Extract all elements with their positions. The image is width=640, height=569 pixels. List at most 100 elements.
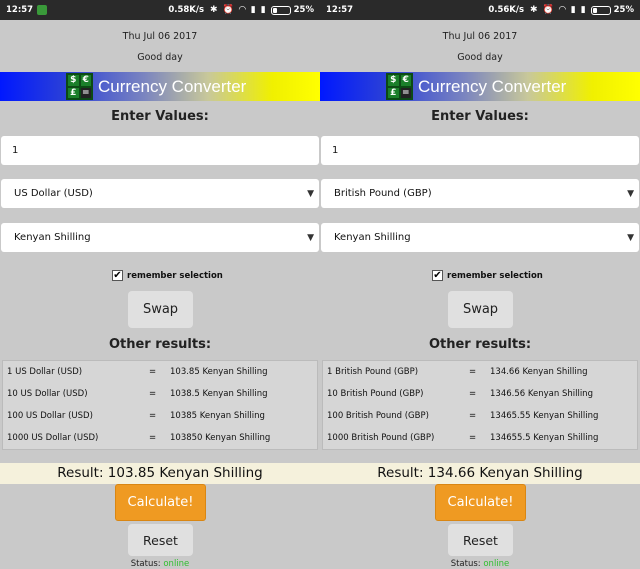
table-row: 10 US Dollar (USD) = 1038.5 Kenyan Shill… [3,383,319,405]
results-table: 1 British Pound (GBP) = 134.66 Kenyan Sh… [322,360,638,450]
remember-selection[interactable]: ✔ remember selection [112,270,223,281]
row-from: 100 US Dollar (USD) [7,411,93,421]
status-prefix: Status: [130,559,161,569]
amount-input[interactable]: 1 [321,136,639,165]
row-equals: = [149,411,157,421]
row-equals: = [149,433,157,443]
app-banner: $ € £ = Currency Converter [0,72,320,101]
swap-button[interactable]: Swap [448,291,513,328]
bluetooth-icon: ✱ [210,5,218,15]
row-to: 10385 Kenyan Shilling [170,411,265,421]
row-from: 1 British Pound (GBP) [327,367,419,377]
screens: 12:57 0.58K/s ✱ ⏰ ◠ ▮ ▮ 25% Thu Jul 06 2… [0,0,640,569]
remember-label: remember selection [447,270,543,281]
table-row: 100 US Dollar (USD) = 10385 Kenyan Shill… [3,405,319,427]
euro-icon: € [79,74,92,87]
signal-2-icon: ▮ [580,5,586,15]
wifi-icon: ◠ [238,5,246,15]
status-bar: 12:57 0.56K/s ✱ ⏰ ◠ ▮ ▮ 25% [320,0,640,20]
remember-checkbox[interactable]: ✔ [432,270,443,281]
table-row: 1000 British Pound (GBP) = 134655.5 Keny… [323,427,639,449]
result-display: Result: 103.85 Kenyan Shilling [0,463,320,484]
app-notification-icon [37,5,48,15]
enter-values-heading: Enter Values: [431,109,529,124]
row-to: 1038.5 Kenyan Shilling [170,389,268,399]
row-from: 1000 British Pound (GBP) [327,433,435,443]
table-row: 1 US Dollar (USD) = 103.85 Kenyan Shilli… [3,361,319,383]
to-currency-select[interactable]: Kenyan Shilling ▼ [1,223,319,252]
equals-icon: = [79,86,92,99]
connection-status: Status: online [0,559,320,569]
alarm-icon: ⏰ [222,5,234,15]
row-equals: = [469,411,477,421]
row-from: 10 British Pound (GBP) [327,389,424,399]
table-row: 10 British Pound (GBP) = 1346.56 Kenyan … [323,383,639,405]
app-banner: $ € £ = Currency Converter [320,72,640,101]
dollar-icon: $ [387,74,400,87]
from-currency-select[interactable]: US Dollar (USD) ▼ [1,179,319,208]
connection-status: Status: online [320,559,640,569]
from-currency-value: US Dollar (USD) [14,188,93,199]
signal-icon: ▮ [570,5,576,15]
from-currency-select[interactable]: British Pound (GBP) ▼ [321,179,639,208]
table-row: 1 British Pound (GBP) = 134.66 Kenyan Sh… [323,361,639,383]
to-currency-value: Kenyan Shilling [14,232,91,243]
dropdown-arrow-icon: ▼ [307,232,314,243]
row-to: 103850 Kenyan Shilling [170,433,271,443]
results-table: 1 US Dollar (USD) = 103.85 Kenyan Shilli… [2,360,318,450]
app-title: Currency Converter [418,76,567,96]
signal-2-icon: ▮ [260,5,266,15]
app-notification-icon [357,5,367,15]
calculate-button[interactable]: Calculate! [435,484,526,521]
row-from: 1 US Dollar (USD) [7,367,83,377]
pound-icon: £ [387,86,400,99]
bluetooth-icon: ✱ [530,5,538,15]
result-display: Result: 134.66 Kenyan Shilling [320,463,640,484]
current-date: Thu Jul 06 2017 [122,31,198,42]
clock: 12:57 [6,5,34,15]
currency-logo-icon: $ € £ = [66,73,93,100]
alarm-icon: ⏰ [542,5,554,15]
remember-checkbox[interactable]: ✔ [112,270,123,281]
swap-button[interactable]: Swap [128,291,193,328]
row-equals: = [469,433,477,443]
euro-icon: € [399,74,412,87]
battery-icon [270,5,291,15]
row-to: 13465.55 Kenyan Shilling [490,411,599,421]
clock: 12:57 [326,5,354,15]
screen-usd: 12:57 0.58K/s ✱ ⏰ ◠ ▮ ▮ 25% Thu Jul 06 2… [0,0,320,569]
dollar-icon: $ [67,74,80,87]
row-from: 100 British Pound (GBP) [327,411,429,421]
other-results-heading: Other results: [108,337,212,352]
battery-icon [590,5,611,15]
row-equals: = [149,389,157,399]
dropdown-arrow-icon: ▼ [627,232,634,243]
table-row: 1000 US Dollar (USD) = 103850 Kenyan Shi… [3,427,319,449]
currency-logo-icon: $ € £ = [386,73,413,100]
row-to: 134655.5 Kenyan Shilling [490,433,599,443]
screen-gbp: 12:57 0.56K/s ✱ ⏰ ◠ ▮ ▮ 25% Thu Jul 06 2… [320,0,640,569]
from-currency-value: British Pound (GBP) [334,188,432,199]
amount-input[interactable]: 1 [1,136,319,165]
dropdown-arrow-icon: ▼ [627,188,634,199]
status-prefix: Status: [450,559,481,569]
reset-button[interactable]: Reset [448,524,513,556]
to-currency-select[interactable]: Kenyan Shilling ▼ [321,223,639,252]
equals-icon: = [399,86,412,99]
network-speed: 0.56K/s [488,5,525,15]
row-equals: = [469,367,477,377]
row-equals: = [149,367,157,377]
row-to: 103.85 Kenyan Shilling [170,367,268,377]
row-equals: = [469,389,477,399]
reset-button[interactable]: Reset [128,524,193,556]
signal-icon: ▮ [250,5,256,15]
row-from: 10 US Dollar (USD) [7,389,88,399]
to-currency-value: Kenyan Shilling [334,232,411,243]
remember-label: remember selection [127,270,223,281]
table-row: 100 British Pound (GBP) = 13465.55 Kenya… [323,405,639,427]
battery-percent: 25% [293,5,314,15]
remember-selection[interactable]: ✔ remember selection [432,270,543,281]
row-to: 134.66 Kenyan Shilling [490,367,588,377]
wifi-icon: ◠ [558,5,566,15]
calculate-button[interactable]: Calculate! [115,484,206,521]
